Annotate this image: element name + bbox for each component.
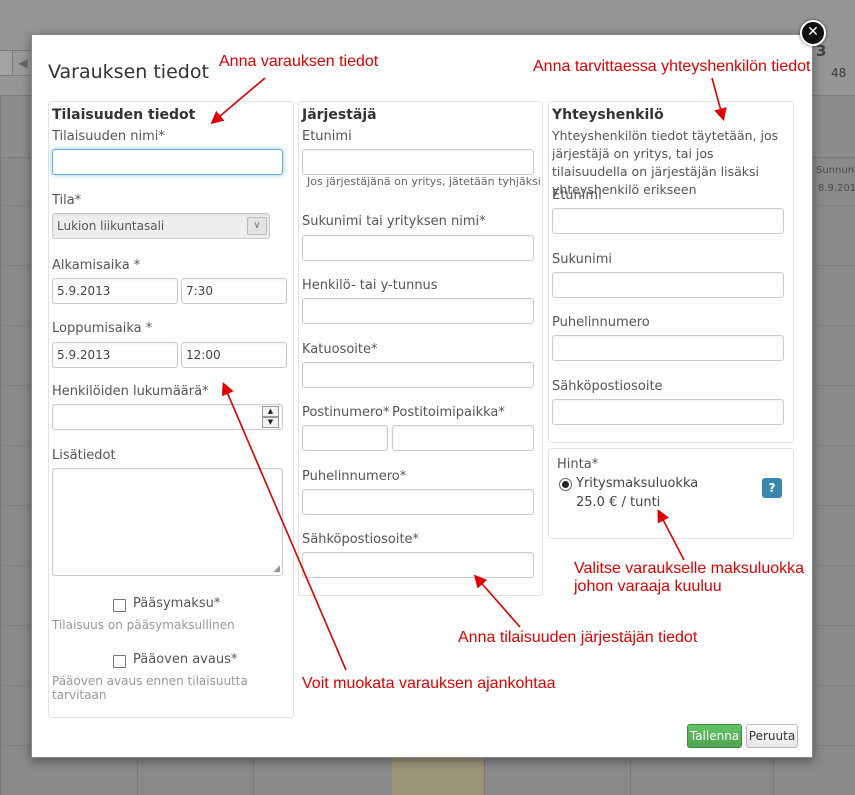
chevron-down-icon: ∨ <box>247 217 267 235</box>
event-name-input[interactable] <box>52 149 283 175</box>
fee-help: Tilaisuus on pääsymaksullinen <box>52 618 235 632</box>
help-icon[interactable]: ? <box>762 478 782 498</box>
contact-section-title: Yhteyshenkilö <box>552 107 664 123</box>
notes-label: Lisätiedot <box>52 448 116 463</box>
organizer-street-input[interactable] <box>302 362 534 388</box>
modal-title: Varauksen tiedot <box>48 61 209 83</box>
fee-label: Pääsymaksu* <box>133 596 221 611</box>
room-select-value: Lukion liikuntasali <box>57 219 165 233</box>
annotation-price-line2: johon varaaja kuuluu <box>574 578 722 595</box>
end-label: Loppumisaika * <box>52 321 153 336</box>
reservation-modal: Varauksen tiedot Tilaisuuden tiedot Tila… <box>31 34 813 758</box>
stepper-up-icon[interactable]: ▲ <box>262 406 279 417</box>
start-time-input[interactable]: 7:30 <box>181 278 287 304</box>
price-panel: Hinta* Yritysmaksuluokka 25.0 € / tunti … <box>548 448 794 539</box>
contact-phone-label: Puhelinnumero <box>552 315 650 330</box>
annotation-time: Voit muokata varauksen ajankohtaa <box>302 675 556 692</box>
fee-checkbox[interactable] <box>113 599 126 612</box>
contact-lastname-input[interactable] <box>552 272 784 298</box>
contact-lastname-label: Sukunimi <box>552 252 612 267</box>
count-stepper[interactable]: ▲ ▼ <box>262 406 279 428</box>
organizer-phone-input[interactable] <box>302 489 534 515</box>
organizer-section-title: Järjestäjä <box>302 107 377 123</box>
organizer-city-input[interactable] <box>392 425 534 451</box>
cancel-button[interactable]: Peruuta <box>746 724 798 748</box>
organizer-lastname-label: Sukunimi tai yrityksen nimi* <box>302 214 486 229</box>
price-label: Hinta* <box>557 457 599 472</box>
organizer-id-input[interactable] <box>302 298 534 324</box>
event-name-label: Tilaisuuden nimi* <box>52 129 165 144</box>
room-select[interactable]: Lukion liikuntasali ∨ <box>52 213 270 239</box>
background-sunday-label: Sunnunt <box>816 165 855 176</box>
event-section-title: Tilaisuuden tiedot <box>52 107 196 123</box>
background-week-number-2: 48 <box>831 66 847 80</box>
price-option-radio[interactable] <box>559 478 572 491</box>
door-label: Pääoven avaus* <box>133 652 238 667</box>
contact-email-label: Sähköpostiosoite <box>552 379 663 394</box>
price-option-label: Yritysmaksuluokka <box>576 476 699 491</box>
organizer-email-label: Sähköpostiosoite* <box>302 532 420 547</box>
annotation-event-info: Anna varauksen tiedot <box>219 53 379 70</box>
background-today-column <box>392 755 484 795</box>
organizer-firstname-label: Etunimi <box>302 129 352 144</box>
organizer-email-input[interactable] <box>302 552 534 578</box>
contact-panel: Yhteyshenkilö Yhteyshenkilön tiedot täyt… <box>548 101 794 443</box>
annotation-organizer: Anna tilaisuuden järjestäjän tiedot <box>458 629 698 646</box>
organizer-firstname-help: Jos järjestäjänä on yritys, jätetään tyh… <box>307 175 541 188</box>
contact-email-input[interactable] <box>552 399 784 425</box>
door-checkbox[interactable] <box>113 655 126 668</box>
end-date-input[interactable]: 5.9.2013 <box>52 342 178 368</box>
save-button[interactable]: Tallenna <box>687 724 742 748</box>
organizer-postcode-input[interactable] <box>302 425 388 451</box>
close-icon[interactable]: ✕ <box>800 20 826 46</box>
resize-grip-icon[interactable]: ◢ <box>273 564 280 574</box>
organizer-street-label: Katuosoite* <box>302 342 378 357</box>
organizer-city-label: Postitoimipaikka* <box>392 405 505 420</box>
event-panel: Tilaisuuden tiedot Tilaisuuden nimi* Til… <box>48 101 294 718</box>
room-label: Tila* <box>52 193 82 208</box>
start-date-input[interactable]: 5.9.2013 <box>52 278 178 304</box>
door-help: Pääoven avaus ennen tilaisuutta tarvitaa… <box>52 674 248 702</box>
stepper-down-icon[interactable]: ▼ <box>262 417 279 428</box>
organizer-phone-label: Puhelinnumero* <box>302 469 407 484</box>
annotation-price-line1: Valitse varaukselle maksuluokka <box>574 560 805 577</box>
organizer-lastname-input[interactable] <box>302 235 534 261</box>
contact-firstname-input[interactable] <box>552 208 784 234</box>
start-label: Alkamisaika * <box>52 258 141 273</box>
contact-firstname-label: Etunimi <box>552 188 602 203</box>
organizer-postcode-label: Postinumero* <box>302 405 390 420</box>
background-sunday-date: 8.9.201 <box>818 183 855 194</box>
contact-phone-input[interactable] <box>552 335 784 361</box>
organizer-id-label: Henkilö- tai y-tunnus <box>302 278 438 293</box>
notes-textarea[interactable]: ◢ <box>52 468 283 576</box>
organizer-firstname-input[interactable] <box>302 149 534 175</box>
end-time-input[interactable]: 12:00 <box>181 342 287 368</box>
organizer-panel: Järjestäjä Etunimi Jos järjestäjänä on y… <box>298 101 543 596</box>
annotation-contact: Anna tarvittaessa yhteyshenkilön tiedot <box>533 58 811 75</box>
count-input[interactable] <box>52 404 283 430</box>
count-label: Henkilöiden lukumäärä* <box>52 384 209 399</box>
price-option-price: 25.0 € / tunti <box>576 495 661 510</box>
